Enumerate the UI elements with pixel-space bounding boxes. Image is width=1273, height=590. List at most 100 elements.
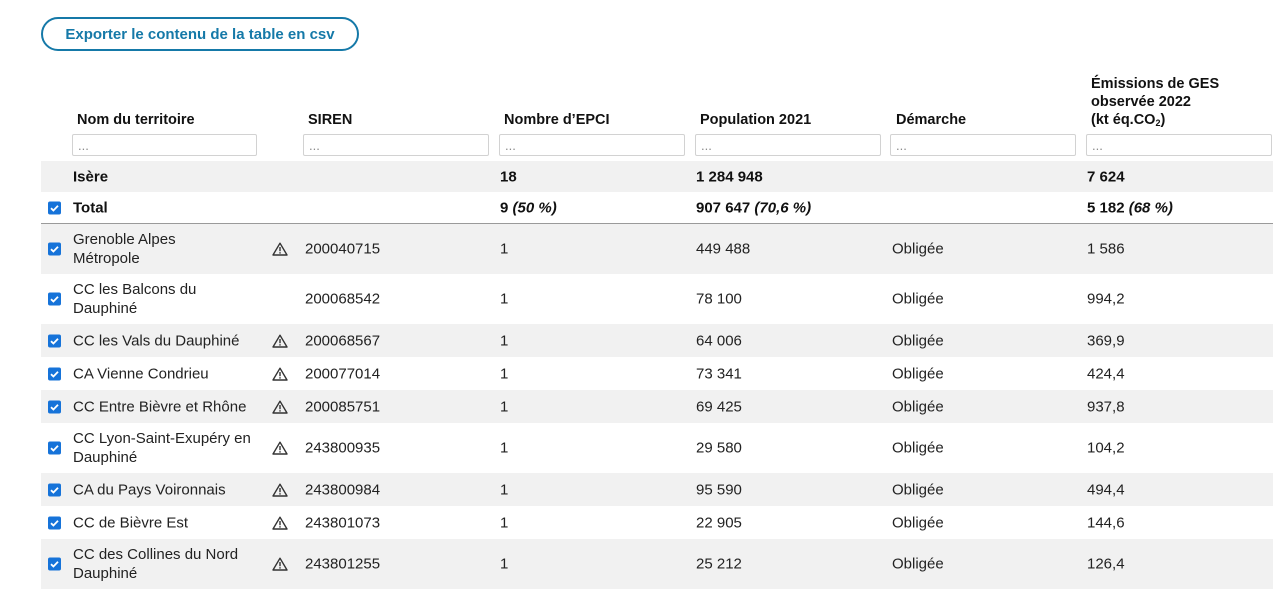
table-row[interactable]: Grenoble Alpes Métropole 200040715 1 449 488… <box>41 224 1273 274</box>
row-population: 29 580 <box>696 439 742 457</box>
summary-row: Isère 18 1 284 948 7 624 <box>41 161 1273 192</box>
row-epci-count: 1 <box>500 290 509 308</box>
table-row[interactable]: CC les Balcons du Dauphiné 200068542 1 78 10… <box>41 274 1273 324</box>
row-territory-name: CC les Balcons du Dauphiné <box>73 281 197 317</box>
warning-icon[interactable] <box>272 516 288 530</box>
header-ges[interactable]: Émissions de GES observée 2022 (kt éq.CO… <box>1091 75 1219 132</box>
warning-icon[interactable] <box>272 242 288 256</box>
row-checkbox[interactable] <box>48 242 61 256</box>
export-csv-button[interactable]: Exporter le contenu de la table en csv <box>41 17 359 51</box>
header-epci[interactable]: Nombre d’EPCI <box>504 111 610 129</box>
checkmark-icon <box>50 337 59 345</box>
row-epci-count: 1 <box>500 555 509 573</box>
row-demarche: Obligée <box>892 365 944 382</box>
row-population: 95 590 <box>696 481 742 498</box>
table-row[interactable]: CC de Bièvre Est 243801073 1 22 905 Obligée 1… <box>41 506 1273 539</box>
row-siren: 200068567 <box>305 332 381 349</box>
row-territory-name: CC Entre Bièvre et Rhône <box>73 398 247 415</box>
row-checkbox[interactable] <box>48 334 61 347</box>
row-checkbox[interactable] <box>48 441 61 455</box>
row-epci-count: 1 <box>500 481 509 498</box>
table-row[interactable]: CC des Collines du Nord Dauphiné 243801255… <box>41 539 1273 589</box>
filter-demarche-input[interactable] <box>890 134 1076 156</box>
table-row[interactable]: CC Lyon-Saint-Exupéry en Dauphiné 24380093… <box>41 423 1273 473</box>
filter-population-input[interactable] <box>695 134 881 156</box>
filter-nom-input[interactable] <box>72 134 257 156</box>
total-checkbox[interactable] <box>48 201 61 214</box>
row-ges: 494,4 <box>1087 481 1125 498</box>
checkmark-icon <box>50 296 59 303</box>
checkmark-icon <box>50 519 59 527</box>
table-row[interactable]: CA Vienne Condrieu 200077014 1 73 341 Obligé… <box>41 357 1273 390</box>
row-epci-count: 1 <box>500 365 509 382</box>
summary-population: 1 284 948 <box>696 168 763 185</box>
row-checkbox[interactable] <box>48 557 61 571</box>
checkmark-icon <box>50 445 59 452</box>
row-territory-name: CC les Vals du Dauphiné <box>73 332 240 349</box>
row-territory-name: CC de Bièvre Est <box>73 514 189 531</box>
row-demarche: Obligée <box>892 332 944 349</box>
header-ges-line2: observée 2022 <box>1091 94 1191 110</box>
row-ges: 126,4 <box>1087 555 1125 573</box>
warning-icon[interactable] <box>272 367 288 381</box>
warning-icon[interactable] <box>272 557 288 571</box>
row-epci-count: 1 <box>500 240 509 258</box>
total-population: 907 647 (70,6 %) <box>696 199 812 216</box>
warning-icon[interactable] <box>272 483 288 497</box>
checkmark-icon <box>50 403 59 411</box>
row-ges: 1 586 <box>1087 240 1125 258</box>
row-checkbox[interactable] <box>48 400 61 413</box>
filter-epci-input[interactable] <box>499 134 685 156</box>
checkmark-icon <box>50 561 59 568</box>
header-ges-line3: (kt éq.CO2) <box>1091 112 1166 128</box>
total-row: Total 9 (50 %) 907 647 (70,6 %) 5 182 (6… <box>41 192 1273 223</box>
warning-icon[interactable] <box>272 441 288 455</box>
filter-siren-input[interactable] <box>303 134 489 156</box>
header-demarche[interactable]: Démarche <box>896 111 966 129</box>
row-ges: 937,8 <box>1087 398 1125 415</box>
row-demarche: Obligée <box>892 555 944 573</box>
header-nom[interactable]: Nom du territoire <box>77 111 195 129</box>
warning-icon[interactable] <box>272 334 288 348</box>
checkmark-icon <box>50 204 59 212</box>
warning-icon[interactable] <box>272 400 288 414</box>
row-demarche: Obligée <box>892 481 944 498</box>
row-ges: 369,9 <box>1087 332 1125 349</box>
summary-ges: 7 624 <box>1087 168 1125 185</box>
row-ges: 994,2 <box>1087 290 1125 308</box>
row-checkbox[interactable] <box>48 516 61 529</box>
row-ges: 104,2 <box>1087 439 1125 457</box>
row-epci-count: 1 <box>500 398 509 415</box>
row-demarche: Obligée <box>892 514 944 531</box>
row-population: 449 488 <box>696 240 751 258</box>
checkmark-icon <box>50 486 59 494</box>
table-row[interactable]: CA du Pays Voironnais 243800984 1 95 590 Obl… <box>41 473 1273 506</box>
row-checkbox[interactable] <box>48 292 61 306</box>
row-epci-count: 1 <box>500 514 509 531</box>
total-name: Total <box>73 199 108 216</box>
row-siren: 243800984 <box>305 481 381 498</box>
table-row[interactable]: CC les Vals du Dauphiné 200068567 1 64 006 O… <box>41 324 1273 357</box>
row-demarche: Obligée <box>892 398 944 415</box>
row-siren: 200068542 <box>305 290 381 308</box>
row-checkbox[interactable] <box>48 483 61 496</box>
row-epci-count: 1 <box>500 332 509 349</box>
row-demarche: Obligée <box>892 290 944 308</box>
checkmark-icon <box>50 246 59 253</box>
row-siren: 243801255 <box>305 555 381 573</box>
row-siren: 200040715 <box>305 240 381 258</box>
summary-epci: 18 <box>500 168 517 185</box>
row-population: 64 006 <box>696 332 742 349</box>
row-territory-name: CC des Collines du Nord Dauphiné <box>73 546 239 582</box>
row-territory-name: CC Lyon-Saint-Exupéry en Dauphiné <box>73 430 251 466</box>
total-epci: 9 (50 %) <box>500 199 557 216</box>
row-population: 73 341 <box>696 365 742 382</box>
row-checkbox[interactable] <box>48 367 61 380</box>
filter-ges-input[interactable] <box>1086 134 1272 156</box>
summary-name: Isère <box>73 168 109 185</box>
total-ges: 5 182 (68 %) <box>1087 199 1173 216</box>
table-row[interactable]: CC Entre Bièvre et Rhône 200085751 1 69 425… <box>41 390 1273 423</box>
row-territory-name: Grenoble Alpes Métropole <box>73 231 176 267</box>
header-population[interactable]: Population 2021 <box>700 111 811 129</box>
header-siren[interactable]: SIREN <box>308 111 352 129</box>
